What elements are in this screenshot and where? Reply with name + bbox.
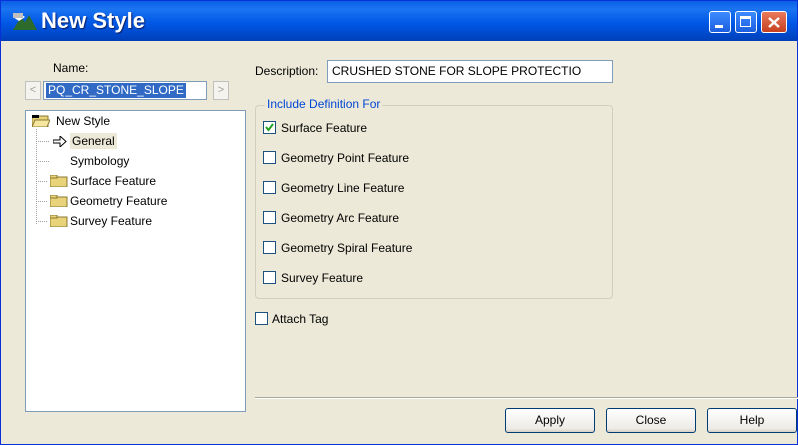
next-style-button[interactable]: > (213, 81, 229, 100)
minimize-button[interactable] (709, 11, 731, 33)
description-field[interactable]: CRUSHED STONE FOR SLOPE PROTECTIO (327, 60, 613, 83)
title-bar[interactable]: New Style (1, 1, 797, 41)
name-label: Name: (53, 61, 89, 75)
geometry-line-feature-checkbox[interactable] (263, 181, 276, 194)
prev-style-button[interactable]: < (25, 81, 41, 100)
geometry-arc-feature-label: Geometry Arc Feature (281, 211, 400, 225)
geometry-arc-feature-checkbox[interactable] (263, 211, 276, 224)
apply-button[interactable]: Apply (505, 408, 595, 433)
folder-icon (50, 215, 68, 227)
tree-item-surface-feature[interactable]: Surface Feature (70, 173, 156, 189)
close-icon (768, 17, 780, 28)
include-definition-title: Include Definition For (265, 97, 383, 111)
folder-icon (50, 175, 68, 187)
geometry-line-feature-label: Geometry Line Feature (281, 181, 405, 195)
tree-root-new-style[interactable]: New Style (56, 113, 110, 129)
name-field-value: PQ_CR_STONE_SLOPE (46, 83, 186, 98)
tree-item-symbology[interactable]: Symbology (70, 153, 129, 169)
tree-item-geometry-feature[interactable]: Geometry Feature (70, 193, 167, 209)
geometry-spiral-feature-checkbox[interactable] (263, 241, 276, 254)
maximize-button[interactable] (735, 11, 757, 33)
geometry-point-feature-checkbox[interactable] (263, 151, 276, 164)
maximize-icon (740, 16, 751, 27)
arrow-right-icon (53, 136, 67, 147)
attach-tag-label: Attach Tag (272, 312, 329, 326)
description-label: Description: (255, 64, 319, 78)
tree-item-general[interactable]: General (70, 133, 117, 149)
divider (255, 397, 798, 399)
name-field[interactable]: PQ_CR_STONE_SLOPE (43, 81, 207, 100)
tree-item-survey-feature[interactable]: Survey Feature (70, 213, 152, 229)
window-title: New Style (41, 8, 145, 33)
close-window-button[interactable] (761, 11, 787, 33)
geometry-point-feature-label: Geometry Point Feature (281, 151, 410, 165)
checkmark-icon (265, 123, 274, 132)
new-style-dialog: New Style Name: < PQ_CR_STONE_SLOPE > Ne… (0, 0, 798, 445)
help-button[interactable]: Help (707, 408, 797, 433)
minimize-icon (715, 25, 723, 28)
open-folder-icon (32, 115, 50, 127)
surface-feature-checkbox[interactable] (263, 121, 276, 134)
style-tree[interactable]: New Style General Symbology Surface Feat… (25, 110, 246, 412)
close-button[interactable]: Close (606, 408, 696, 433)
attach-tag-checkbox[interactable] (255, 312, 268, 325)
survey-feature-label: Survey Feature (281, 271, 364, 285)
geometry-spiral-feature-label: Geometry Spiral Feature (281, 241, 413, 255)
survey-feature-checkbox[interactable] (263, 271, 276, 284)
app-icon (13, 13, 37, 30)
surface-feature-label: Surface Feature (281, 121, 368, 135)
folder-icon (50, 195, 68, 207)
